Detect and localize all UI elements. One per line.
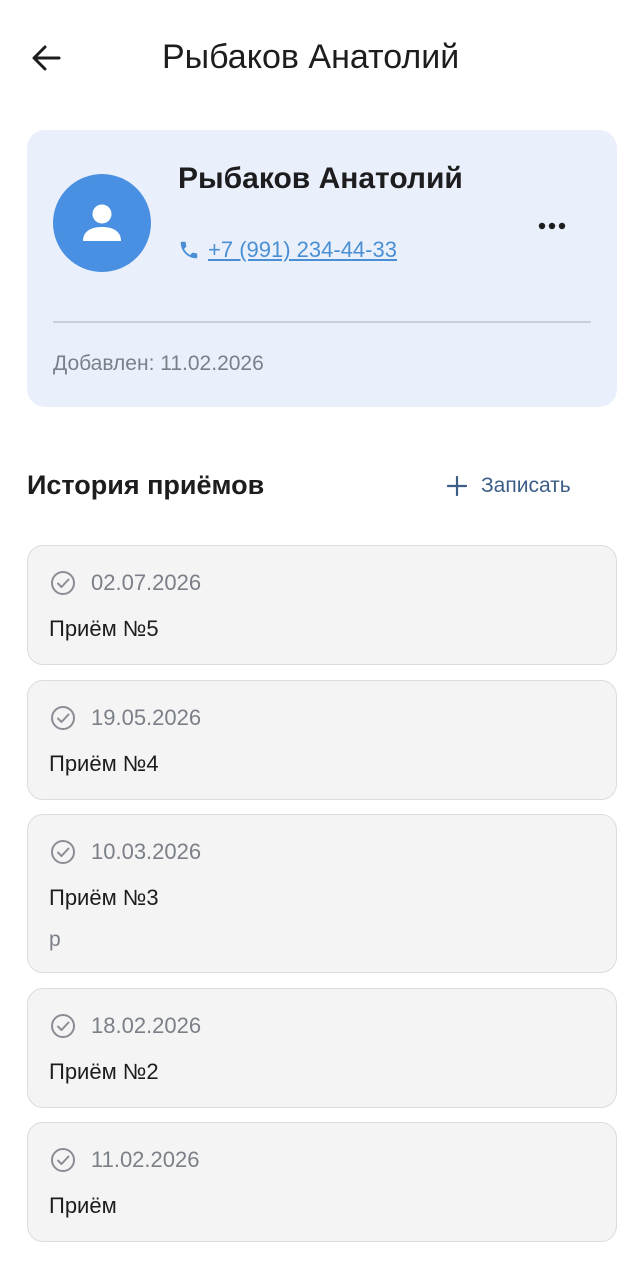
- phone-icon: [180, 241, 198, 259]
- visit-title: Приём №4: [49, 751, 159, 776]
- visit-title: Приём №5: [49, 616, 159, 641]
- visit-date: 18.02.2026: [91, 1013, 202, 1038]
- check-circle-icon: [51, 1014, 75, 1038]
- card-divider: [53, 321, 591, 323]
- patient-name: Рыбаков Анатолий: [178, 162, 463, 195]
- visit-card[interactable]: 18.02.2026 Приём №2: [27, 988, 617, 1108]
- app-header: Рыбаков Анатолий: [0, 0, 644, 116]
- phone-number[interactable]: +7 (991) 234-44-33: [208, 237, 397, 263]
- more-options-button[interactable]: [527, 206, 577, 246]
- arrow-left-icon: [32, 45, 61, 71]
- visit-title: Приём №2: [49, 1059, 159, 1084]
- visit-note: р: [49, 928, 61, 951]
- visit-date: 11.02.2026: [91, 1147, 200, 1172]
- patient-details-screen: Рыбаков Анатолий Рыбаков Анатолий +7 (99…: [0, 0, 644, 1280]
- visit-date: 10.03.2026: [91, 839, 202, 864]
- back-button[interactable]: [22, 36, 70, 80]
- visit-card[interactable]: 10.03.2026 Приём №3 р: [27, 814, 617, 973]
- visit-title: Приём №3: [49, 885, 159, 910]
- check-circle-icon: [51, 706, 75, 730]
- page-title: Рыбаков Анатолий: [162, 38, 460, 76]
- avatar: [53, 174, 151, 272]
- visit-date: 02.07.2026: [91, 570, 202, 595]
- visit-card[interactable]: 11.02.2026 Приём: [27, 1122, 617, 1242]
- patient-card: Рыбаков Анатолий +7 (991) 234-44-33 Доба…: [27, 130, 617, 407]
- visit-card[interactable]: 19.05.2026 Приём №4: [27, 680, 617, 800]
- book-appointment-button[interactable]: Записать: [447, 468, 571, 504]
- plus-icon: [447, 476, 467, 496]
- visit-card[interactable]: 02.07.2026 Приём №5: [27, 545, 617, 665]
- visit-title: Приём: [49, 1193, 117, 1218]
- added-date: Добавлен: 11.02.2026: [53, 352, 264, 375]
- person-icon: [83, 204, 121, 241]
- check-circle-icon: [51, 840, 75, 864]
- visit-date: 19.05.2026: [91, 705, 202, 730]
- more-horizontal-icon: [538, 222, 566, 230]
- history-title: История приёмов: [27, 470, 265, 500]
- book-appointment-label: Записать: [481, 474, 571, 497]
- check-circle-icon: [51, 571, 75, 595]
- check-circle-icon: [51, 1148, 75, 1172]
- phone-link[interactable]: +7 (991) 234-44-33: [178, 234, 397, 266]
